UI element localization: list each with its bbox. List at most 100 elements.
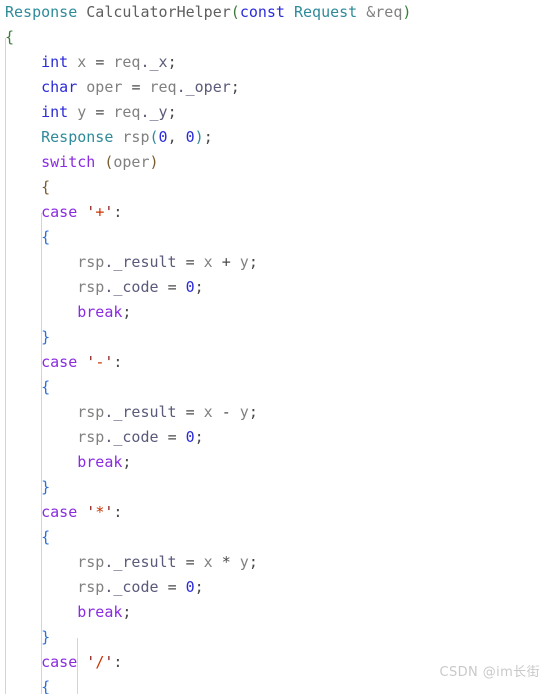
code-line-25[interactable]: break; bbox=[0, 600, 554, 625]
code-line-10[interactable]: { bbox=[0, 225, 554, 250]
token-semicolon: ; bbox=[167, 53, 177, 71]
token-char-asterisk: * bbox=[95, 503, 105, 521]
code-line-20[interactable]: } bbox=[0, 475, 554, 500]
token-brace-close: } bbox=[41, 628, 51, 646]
token-paren-open: ( bbox=[230, 3, 240, 21]
token-obj-rsp: rsp bbox=[77, 578, 105, 596]
token-keyword-break: break bbox=[77, 303, 123, 321]
token-brace-close: } bbox=[41, 478, 51, 496]
code-line-12[interactable]: rsp._code = 0; bbox=[0, 275, 554, 300]
token-var-rsp: rsp bbox=[122, 128, 150, 146]
token-paren-close: ) bbox=[194, 128, 204, 146]
code-line-21[interactable]: case '*': bbox=[0, 500, 554, 525]
token-obj-rsp: rsp bbox=[77, 403, 105, 421]
code-line-11[interactable]: rsp._result = x + y; bbox=[0, 250, 554, 275]
code-line-4[interactable]: char oper = req._oper; bbox=[0, 75, 554, 100]
token-var-x: x bbox=[194, 403, 222, 421]
token-semicolon: ; bbox=[167, 103, 177, 121]
code-line-24[interactable]: rsp._code = 0; bbox=[0, 575, 554, 600]
code-line-26[interactable]: } bbox=[0, 625, 554, 650]
token-assign: = bbox=[95, 53, 105, 71]
token-var-oper: oper bbox=[113, 153, 150, 171]
token-assign: = bbox=[185, 553, 195, 571]
token-member-x: ._x bbox=[140, 53, 168, 71]
token-paren-open: ( bbox=[149, 128, 159, 146]
token-obj-rsp: rsp bbox=[77, 428, 105, 446]
token-member-code: ._code bbox=[104, 578, 159, 596]
code-line-13[interactable]: break; bbox=[0, 300, 554, 325]
token-member-result: ._result bbox=[104, 403, 177, 421]
token-var-y: y bbox=[230, 553, 249, 571]
code-line-1[interactable]: Response CalculatorHelper(const Request … bbox=[0, 0, 554, 25]
token-type-int: int bbox=[41, 53, 69, 71]
token-obj-rsp: rsp bbox=[77, 553, 105, 571]
token-number-zero: 0 bbox=[185, 128, 195, 146]
code-line-2[interactable]: { bbox=[0, 25, 554, 50]
token-member-result: ._result bbox=[104, 553, 177, 571]
code-line-14[interactable]: } bbox=[0, 325, 554, 350]
token-operator-plus: + bbox=[221, 253, 231, 271]
token-semicolon: ; bbox=[122, 603, 132, 621]
token-keyword-break: break bbox=[77, 603, 123, 621]
token-quote-open: ' bbox=[86, 203, 96, 221]
code-line-8[interactable]: { bbox=[0, 175, 554, 200]
code-line-22[interactable]: { bbox=[0, 525, 554, 550]
code-lines[interactable]: Response CalculatorHelper(const Request … bbox=[0, 0, 554, 694]
token-brace-open: { bbox=[41, 228, 51, 246]
token-semicolon: ; bbox=[194, 428, 204, 446]
token-function-name: CalculatorHelper bbox=[86, 3, 231, 21]
token-semicolon: ; bbox=[194, 278, 204, 296]
token-semicolon: ; bbox=[230, 78, 240, 96]
code-line-17[interactable]: rsp._result = x - y; bbox=[0, 400, 554, 425]
token-var-y: y bbox=[230, 403, 249, 421]
code-line-19[interactable]: break; bbox=[0, 450, 554, 475]
token-keyword-case: case bbox=[41, 203, 78, 221]
code-editor-viewport[interactable]: Response CalculatorHelper(const Request … bbox=[0, 0, 554, 694]
code-line-23[interactable]: rsp._result = x * y; bbox=[0, 550, 554, 575]
token-colon: : bbox=[113, 503, 123, 521]
token-class-response: Response bbox=[5, 3, 78, 21]
code-line-6[interactable]: Response rsp(0, 0); bbox=[0, 125, 554, 150]
token-semicolon: ; bbox=[194, 578, 204, 596]
token-class-response: Response bbox=[41, 128, 114, 146]
token-operator-minus: - bbox=[221, 403, 231, 421]
token-assign: = bbox=[95, 103, 105, 121]
token-member-code: ._code bbox=[104, 278, 159, 296]
code-line-16[interactable]: { bbox=[0, 375, 554, 400]
code-line-7[interactable]: switch (oper) bbox=[0, 150, 554, 175]
token-brace-open: { bbox=[41, 678, 51, 694]
token-brace-open: { bbox=[41, 178, 51, 196]
code-line-9[interactable]: case '+': bbox=[0, 200, 554, 225]
token-char-slash: / bbox=[95, 653, 105, 671]
code-line-18[interactable]: rsp._code = 0; bbox=[0, 425, 554, 450]
token-assign: = bbox=[185, 253, 195, 271]
code-line-3[interactable]: int x = req._x; bbox=[0, 50, 554, 75]
code-line-15[interactable]: case '-': bbox=[0, 350, 554, 375]
code-line-5[interactable]: int y = req._y; bbox=[0, 100, 554, 125]
token-assign: = bbox=[167, 428, 177, 446]
token-obj-rsp: rsp bbox=[77, 278, 105, 296]
token-operator-multiply: * bbox=[221, 553, 231, 571]
